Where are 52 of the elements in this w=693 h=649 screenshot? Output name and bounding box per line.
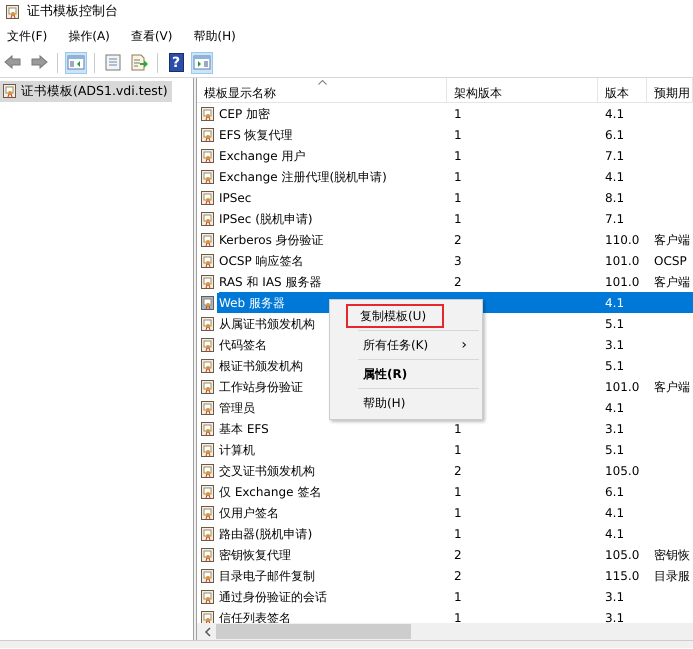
table-cell: 110.0 <box>605 232 640 246</box>
table-cell: 1 <box>454 526 462 540</box>
table-cell: 3.1 <box>605 422 624 436</box>
table-cell: 3.1 <box>605 338 624 352</box>
table-cell: 4.1 <box>605 296 624 310</box>
table-cell: 4.1 <box>605 170 624 184</box>
table-cell: 2 <box>454 232 462 246</box>
table-cell: 7.1 <box>605 148 624 162</box>
table-cell: 8.1 <box>605 190 624 204</box>
table-cell: 1 <box>454 212 462 226</box>
table-cell: 1 <box>454 610 462 623</box>
table-cell: 2 <box>454 568 462 582</box>
table-cell: 1 <box>454 148 462 162</box>
table-cell: 客户端 <box>654 274 690 288</box>
table-cell: 3.1 <box>605 610 624 623</box>
table-cell: 5.1 <box>605 358 624 372</box>
table-cell: 1 <box>454 484 462 498</box>
table-cell: 1 <box>454 106 462 120</box>
table-cell: 2 <box>454 274 462 288</box>
table-cell: 1 <box>454 442 462 456</box>
table-cell: 1 <box>454 590 462 604</box>
table-cell: 5.1 <box>605 316 624 330</box>
table-cell: 115.0 <box>605 568 640 582</box>
table-cell: 101.0 <box>605 380 640 394</box>
table-cell: 101.0 <box>605 274 640 288</box>
table-cell: 4.1 <box>605 400 624 414</box>
table-cell: 101.0 <box>605 254 640 268</box>
table-cell: 客户端 <box>654 232 690 246</box>
table-cell: 2 <box>454 548 462 562</box>
table-cell: 6.1 <box>605 128 624 142</box>
submenu-arrow-icon: › <box>461 334 467 356</box>
table-cell: 105.0 <box>605 464 640 478</box>
table-cell: 105.0 <box>605 548 640 562</box>
table-cell: 4.1 <box>605 506 624 520</box>
table-cell: 1 <box>454 128 462 142</box>
table-cell: OCSP <box>654 254 687 268</box>
table-cell: 3 <box>454 254 462 268</box>
table-cell: 2 <box>454 464 462 478</box>
table-cell: 1 <box>454 506 462 520</box>
table-cell: 3.1 <box>605 590 624 604</box>
table-cell: 5.1 <box>605 442 624 456</box>
table-cell: 6.1 <box>605 484 624 498</box>
table-cell: 1 <box>454 190 462 204</box>
table-cell: 7.1 <box>605 212 624 226</box>
table-cell: 4.1 <box>605 526 624 540</box>
table-cell: 4.1 <box>605 106 624 120</box>
table-cell: 1 <box>454 170 462 184</box>
table-cell: 客户端 <box>654 380 690 394</box>
table-cell: 目录服 <box>654 568 690 582</box>
table-cell: 1 <box>454 422 462 436</box>
table-cell: 密钥恢 <box>654 548 690 562</box>
window-title: 证书模板控制台 <box>27 3 118 22</box>
